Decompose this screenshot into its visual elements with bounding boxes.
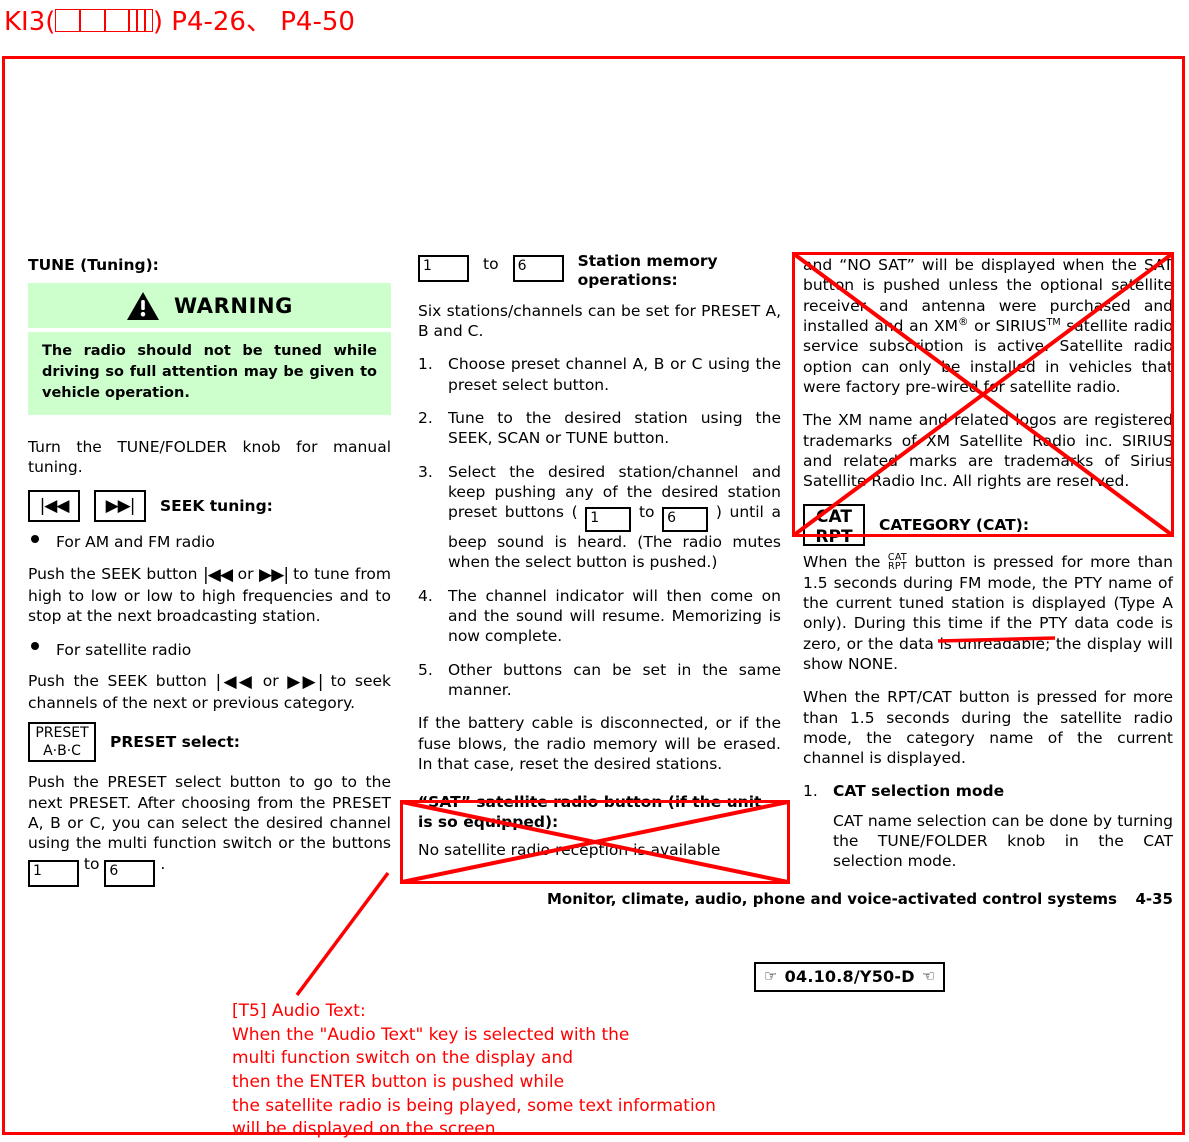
am-fm-seek-paragraph: Push the SEEK button |◀◀ or ▶▶| to tune … xyxy=(28,564,391,627)
preset-text-part1: Push the PRESET select button to go to t… xyxy=(28,773,391,853)
tune-paragraph: Turn the TUNE/FOLDER knob for manual tun… xyxy=(28,437,391,477)
step3-key-1[interactable]: 1 xyxy=(585,507,632,533)
cat-rpt-button-icon[interactable]: CAT RPT xyxy=(803,504,865,547)
list-item: 1. Choose preset channel A, B or C using … xyxy=(418,354,781,395)
preset-key-line1: PRESET xyxy=(35,725,89,742)
station-key-1[interactable]: 1 xyxy=(418,255,469,282)
trademark-note-paragraph: The XM name and related logos are regist… xyxy=(803,411,1173,491)
seek-next-button-icon[interactable]: ▶▶| xyxy=(94,490,146,523)
warning-box: WARNING The radio should not be tuned wh… xyxy=(28,283,391,415)
footer-page-number: 4-35 xyxy=(1135,890,1173,908)
station-memory-heading-row: 1 to 6 Station memory operations: xyxy=(418,252,781,291)
document-page: TUNE (Tuning): WARNING The radio should … xyxy=(0,0,1189,1139)
preset-text-end: . xyxy=(155,854,166,873)
inline-seek-prev-icon: |◀◀ xyxy=(203,564,234,585)
category-heading-row: CAT RPT CATEGORY (CAT): xyxy=(803,504,1173,547)
cat-press-paragraph: When the CAT RPT button is pressed for mo… xyxy=(803,552,1173,674)
preset-text-to: to xyxy=(79,854,105,873)
sat-button-heading: “SAT” satellite radio button (if the uni… xyxy=(418,793,762,832)
list-item: 5. Other buttons can be set in the same m… xyxy=(418,660,781,701)
seek-prev-button-icon[interactable]: |◀◀ xyxy=(28,490,80,523)
inline-seek-next-icon: ▶▶| xyxy=(259,564,289,585)
sat-availability-text: No satellite radio reception is availabl… xyxy=(418,841,721,860)
battery-note-paragraph: If the battery cable is disconnected, or… xyxy=(418,714,781,773)
preset-paragraph: Push the PRESET select button to go to t… xyxy=(28,772,391,887)
sat-cont-part2: or SIRIUS xyxy=(968,317,1047,336)
trademark-mark-icon: TM xyxy=(1046,316,1061,328)
preset-key-1[interactable]: 1 xyxy=(28,859,79,887)
right-column: and “NO SAT” will be displayed when the … xyxy=(803,255,1173,872)
preset-select-label: PRESET select: xyxy=(110,733,240,752)
tune-heading: TUNE (Tuning): xyxy=(28,256,159,274)
sat-text-or: or xyxy=(254,671,288,690)
cat-key-line2: RPT xyxy=(815,526,853,547)
preset-key-6[interactable]: 6 xyxy=(104,859,156,887)
step-number: 2. xyxy=(418,408,433,427)
cat-key-line1: CAT xyxy=(816,507,852,528)
footer-section-title: Monitor, climate, audio, phone and voice… xyxy=(546,890,1117,908)
am-fm-text-or: or xyxy=(232,564,260,583)
bullet-dot-icon xyxy=(31,641,39,650)
seek-heading-row: |◀◀ ▶▶| SEEK tuning: xyxy=(28,490,391,523)
sat-text-part1: Push the SEEK button xyxy=(28,671,216,690)
cat-text-before: When the xyxy=(803,553,888,572)
hand-pointing-right-icon: ☞ xyxy=(764,967,778,985)
bullet-dot-icon xyxy=(31,534,39,543)
list-item: 4. The channel indicator will then come o… xyxy=(418,586,781,647)
bullet-satellite-label: For satellite radio xyxy=(56,640,192,659)
station-memory-steps: 1. Choose preset channel A, B or C using … xyxy=(418,354,781,700)
warning-header: WARNING xyxy=(28,283,391,329)
cat-mode-heading: CAT selection mode xyxy=(833,782,1005,801)
registered-mark-icon: ® xyxy=(957,315,969,328)
step-text: Choose preset channel A, B or C using th… xyxy=(448,355,781,394)
station-memory-heading: Station memory operations: xyxy=(577,252,718,290)
step-number: 3. xyxy=(418,462,433,481)
bullet-satellite: For satellite radio xyxy=(28,640,391,660)
satellite-seek-paragraph: Push the SEEK button |◀◀ or ▶▶| to seek … xyxy=(28,671,391,714)
footer: Monitor, climate, audio, phone and voice… xyxy=(0,890,1173,908)
station-key-6[interactable]: 6 xyxy=(512,255,564,282)
warning-body-text: The radio should not be tuned while driv… xyxy=(28,332,391,415)
category-label: CATEGORY (CAT): xyxy=(879,516,1030,535)
left-column: TUNE (Tuning): WARNING The radio should … xyxy=(28,255,391,887)
am-fm-text-part1: Push the SEEK button xyxy=(28,564,203,583)
list-item: 2. Tune to the desired station using the … xyxy=(418,408,781,449)
bottom-red-annotation: [T5] Audio Text: When the "Audio Text" k… xyxy=(232,1001,716,1140)
hand-pointing-left-icon: ☜ xyxy=(921,967,936,985)
step-number: 4. xyxy=(418,586,433,605)
step3-key-6[interactable]: 6 xyxy=(662,507,709,533)
bullet-am-fm-label: For AM and FM radio xyxy=(56,533,215,552)
station-to-label: to xyxy=(483,255,499,273)
cat-mode-paragraph: CAT name selection can be done by turnin… xyxy=(833,811,1173,871)
step-text-mid: to xyxy=(631,503,663,522)
date-stamp-text: 04.10.8/Y50-D xyxy=(784,967,915,986)
step-text: Other buttons can be set in the same man… xyxy=(448,660,781,699)
date-stamp-box: ☞ 04.10.8/Y50-D ☜ xyxy=(754,962,946,992)
step-text: Tune to the desired station using the SE… xyxy=(448,408,781,448)
preset-heading-row: PRESET A·B·C PRESET select: xyxy=(28,722,391,763)
cat-text-after2: . During this time if the PTY data code … xyxy=(803,614,1173,673)
middle-column: 1 to 6 Station memory operations: Six st… xyxy=(418,252,781,861)
inline-cat-line2: RPT xyxy=(887,561,907,573)
preset-abc-button-icon[interactable]: PRESET A·B·C xyxy=(28,722,96,763)
sat-continued-paragraph: and “NO SAT” will be displayed when the … xyxy=(803,255,1173,397)
rpt-cat-paragraph: When the RPT/CAT button is pressed for m… xyxy=(803,688,1173,768)
warning-title: WARNING xyxy=(173,293,294,318)
inline-seek-prev-icon: |◀◀ xyxy=(215,671,256,692)
bullet-am-fm: For AM and FM radio xyxy=(28,532,391,552)
cat-mode-number: 1. xyxy=(803,782,818,801)
inline-seek-next-icon: ▶▶| xyxy=(287,671,323,692)
cat-mode-list: 1. CAT selection mode xyxy=(803,781,1173,801)
step-number: 5. xyxy=(418,660,433,679)
inline-cat-rpt-icon: CAT RPT xyxy=(887,552,907,573)
step-number: 1. xyxy=(418,355,433,374)
step-text: The channel indicator will then come on … xyxy=(448,586,781,646)
warning-triangle-icon xyxy=(126,291,160,321)
station-memory-intro: Six stations/channels can be set for PRE… xyxy=(418,301,781,341)
list-item: 3. Select the desired station/channel and… xyxy=(418,462,781,573)
list-item: 1. CAT selection mode xyxy=(803,781,1173,801)
seek-tuning-label: SEEK tuning: xyxy=(160,497,273,516)
preset-key-line2: A·B·C xyxy=(43,742,81,759)
